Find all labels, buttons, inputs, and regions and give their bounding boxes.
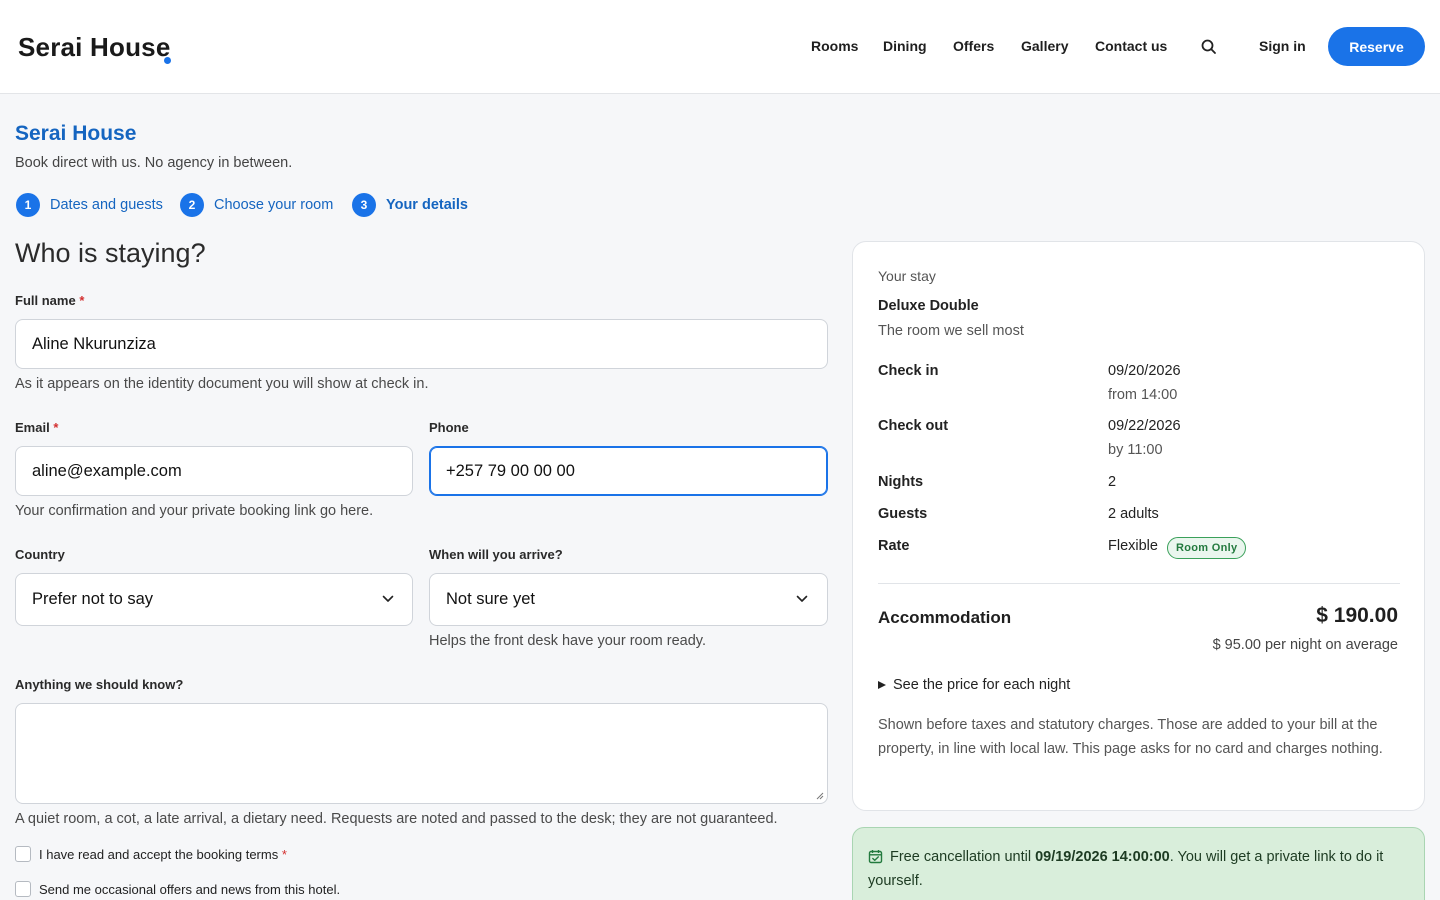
offers-label[interactable]: Send me occasional offers and news from … [39, 882, 340, 897]
reserve-button[interactable]: Reserve [1328, 27, 1425, 66]
arrival-hint: Helps the front desk have your room read… [429, 633, 706, 649]
cancellation-banner: Free cancellation until 09/19/2026 14:00… [852, 827, 1425, 900]
step-choose-room[interactable]: 2 Choose your room [180, 193, 333, 217]
nav-rooms[interactable]: Rooms [811, 38, 858, 54]
chevron-down-icon[interactable] [381, 592, 395, 606]
terms-label[interactable]: I have read and accept the booking terms… [39, 847, 287, 862]
required-marker: * [281, 847, 287, 862]
page-subtitle: Book direct with us. No agency in betwee… [15, 155, 293, 171]
top-bar: Serai House Rooms Dining Offers Gallery … [0, 0, 1440, 94]
stay-summary-card: Your stay Deluxe Double The room we sell… [852, 241, 1425, 811]
country-label: Country [15, 547, 65, 562]
arrival-select[interactable]: Not sure yet [429, 573, 828, 626]
email-field[interactable]: aline@example.com [15, 446, 413, 496]
toggle-label: See the price for each night [893, 677, 1071, 693]
price-breakdown-toggle[interactable]: See the price for each night [878, 677, 1070, 693]
average-per-night: $ 95.00 per night on average [1212, 637, 1398, 653]
rate-value: Flexible [1108, 538, 1158, 554]
rate-badge: Room Only [1167, 537, 1247, 559]
full-name-input[interactable]: Aline Nkurunziza [15, 319, 828, 369]
summary-eyebrow: Your stay [878, 268, 936, 284]
page-title: Serai House [15, 122, 137, 145]
notes-textarea[interactable] [15, 703, 828, 804]
label-text: Full name [15, 293, 76, 308]
summary-divider [878, 583, 1400, 584]
guests-label: Guests [878, 506, 928, 522]
logo-dot [164, 57, 171, 64]
check-out-label: Check out [878, 418, 949, 434]
cancellation-text: Free cancellation until 09/19/2026 14:00… [868, 845, 1413, 893]
guests-value: 2 adults [1108, 506, 1159, 522]
notes-label: Anything we should know? [15, 677, 184, 692]
step-number: 1 [16, 193, 40, 217]
nights-value: 2 [1108, 474, 1117, 490]
step-label: Your details [386, 197, 468, 213]
tax-note: Shown before taxes and statutory charges… [878, 717, 1383, 757]
step-your-details[interactable]: 3 Your details [352, 193, 468, 217]
step-label: Dates and guests [50, 197, 163, 213]
cancellation-prefix: Free cancellation until [890, 849, 1036, 865]
check-out-date: 09/22/2026 [1108, 418, 1181, 434]
rate-label: Rate [878, 538, 910, 554]
check-in-date: 09/20/2026 [1108, 363, 1181, 379]
terms-checkbox[interactable] [15, 846, 31, 862]
cancellation-deadline: 09/19/2026 14:00:00 [1035, 849, 1170, 865]
arrival-value: Not sure yet [446, 590, 535, 608]
required-marker: * [53, 420, 59, 435]
required-marker: * [79, 293, 85, 308]
search-icon[interactable] [1200, 38, 1218, 56]
check-out-time: by 11:00 [1108, 442, 1163, 458]
nights-label: Nights [878, 474, 924, 490]
notes-hint: A quiet room, a cot, a late arrival, a d… [15, 811, 778, 827]
arrival-label: When will you arrive? [429, 547, 563, 562]
check-in-time: from 14:00 [1108, 387, 1178, 403]
country-select[interactable]: Prefer not to say [15, 573, 413, 626]
accommodation-total: $ 190.00 [1316, 604, 1398, 627]
step-number: 3 [352, 193, 376, 217]
label-text: Email [15, 420, 50, 435]
disclosure-triangle-icon [878, 681, 886, 689]
label-text: I have read and accept the booking terms [39, 847, 279, 862]
site-logo[interactable]: Serai House [18, 32, 171, 63]
full-name-hint: As it appears on the identity document y… [15, 376, 429, 392]
phone-label: Phone [429, 420, 469, 435]
room-tagline: The room we sell most [878, 323, 1024, 339]
full-name-label: Full name * [15, 293, 84, 308]
nav-dining[interactable]: Dining [883, 38, 927, 54]
form-heading: Who is staying? [15, 238, 206, 268]
room-name: Deluxe Double [878, 298, 979, 314]
step-label: Choose your room [214, 197, 334, 213]
nav-contact[interactable]: Contact us [1095, 38, 1167, 54]
phone-field[interactable]: +257 79 00 00 00 [429, 446, 828, 496]
accommodation-label: Accommodation [878, 608, 1012, 627]
offers-checkbox[interactable] [15, 881, 31, 897]
email-hint: Your confirmation and your private booki… [15, 503, 374, 519]
step-number: 2 [180, 193, 204, 217]
country-value: Prefer not to say [32, 590, 154, 608]
sign-in-link[interactable]: Sign in [1259, 38, 1306, 54]
check-in-label: Check in [878, 363, 939, 379]
chevron-down-icon[interactable] [795, 592, 809, 606]
nav-gallery[interactable]: Gallery [1021, 38, 1068, 54]
resize-handle-icon[interactable] [816, 792, 824, 800]
step-dates-guests[interactable]: 1 Dates and guests [16, 193, 163, 217]
nav-offers[interactable]: Offers [953, 38, 994, 54]
email-label: Email * [15, 420, 58, 435]
